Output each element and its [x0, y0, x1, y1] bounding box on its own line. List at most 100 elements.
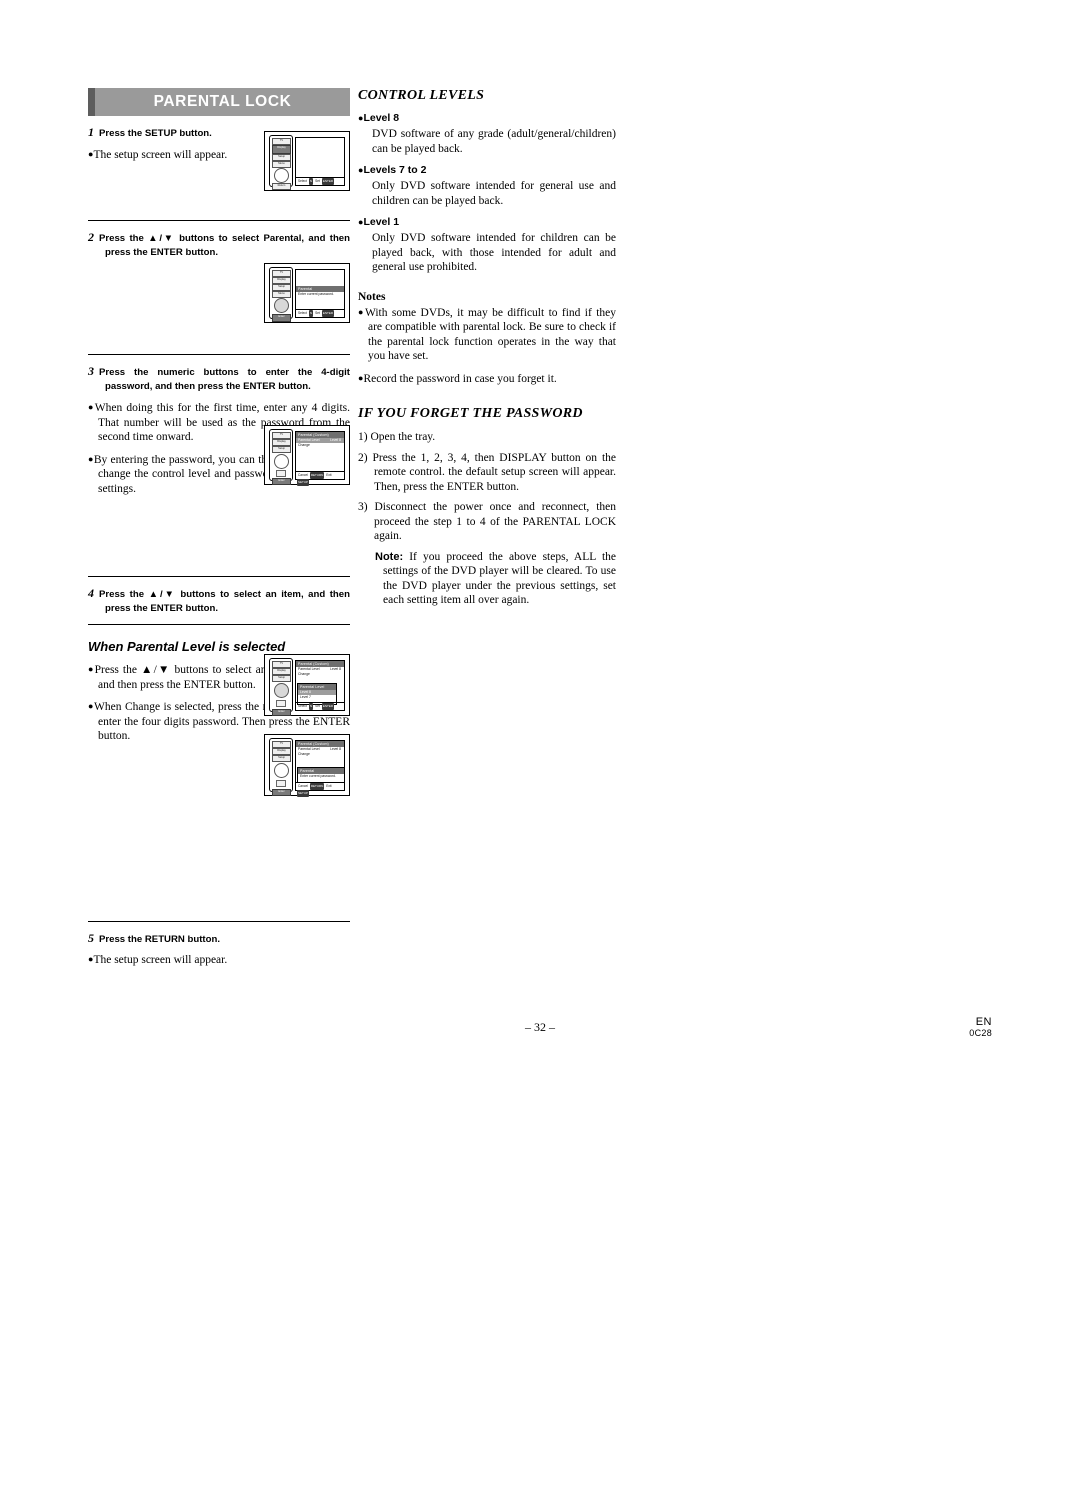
step-3-label: Press the numeric buttons to enter the 4… — [99, 367, 350, 392]
divider-5 — [88, 920, 350, 922]
level-item-1: ●Level 8 DVD software of any grade (adul… — [358, 112, 616, 156]
divider-4 — [88, 624, 350, 625]
remote-button-display-3: Display — [272, 439, 291, 446]
step-3-text: 3 Press the numeric buttons to enter the … — [88, 364, 350, 393]
level-8-text: DVD software of any grade (adult/general… — [372, 128, 616, 155]
subsection-heading: When Parental Level is selected — [88, 639, 286, 654]
note-2: ●Record the password in case you forget … — [358, 372, 557, 385]
osd-row-change: Change — [298, 443, 310, 447]
remote-button-menu-2: Menu — [272, 291, 291, 298]
osd-row-change-2: Change — [298, 672, 310, 676]
notes-heading: Notes — [358, 290, 386, 303]
forget-note: Note: If you proceed the above steps, AL… — [375, 550, 616, 608]
osd-hint-bar-3: Cancel RETURN Exit SETUP — [296, 471, 344, 486]
remote-numeric-keys-icon-2 — [276, 700, 286, 707]
footer-language: EN — [975, 1016, 992, 1028]
level-item-2: ●Levels 7 to 2 Only DVD software intende… — [358, 164, 616, 208]
remote-button-enter: Enter — [272, 314, 291, 322]
control-levels-heading: CONTROL LEVELS — [358, 88, 485, 103]
note-body: If you proceed the above steps, ALL the … — [383, 550, 616, 607]
remote-button-enter-4: Enter — [272, 709, 291, 716]
osd-row-change-3: Change — [298, 752, 310, 756]
step-5: 5 Press the RETURN button. ●The setup scr… — [88, 931, 350, 968]
remote-button-setup: Setup — [272, 154, 291, 161]
osd-screen-4: Parental (Custom) Parental Level Level 8… — [295, 660, 345, 711]
osd-hint-bar-4: Select ⇅ Set ENTER — [296, 702, 344, 710]
osd-figure-2: Parental Enter current password. Select … — [295, 269, 345, 318]
divider-1 — [88, 220, 350, 221]
osd-figure-4: Parental (Custom) Parental Level Level 8… — [295, 660, 345, 711]
forget-step-1: 1) Open the tray. — [358, 431, 436, 443]
forget-step-2: 2) Press the 1, 2, 3, 4, then DISPLAY bu… — [358, 451, 616, 493]
page-number: – 32 – — [525, 1020, 555, 1034]
osd-figure-1: Select ⇅ Set ENTER — [295, 137, 345, 186]
remote-control-illustration-5: TV Display Setup Enter — [269, 738, 293, 796]
levels-7to2-label: Levels 7 to 2 — [363, 164, 427, 176]
remote-button-setup-4: Setup — [272, 675, 291, 682]
key-return-badge-2: RETURN — [309, 783, 325, 790]
level-1-label-row: ●Level 8 — [358, 112, 616, 124]
forget-password-heading: IF YOU FORGET THE PASSWORD — [358, 406, 583, 421]
remote-button-tv: TV — [272, 138, 291, 145]
osd-value-level: Level 8 — [330, 438, 341, 442]
osd-hint-bar: Select ⇅ Set ENTER — [296, 177, 344, 185]
remote-button-setup-2: Setup — [272, 284, 291, 291]
remote-button-tv-5: TV — [272, 741, 291, 748]
step-2-number: 2 — [88, 230, 94, 244]
step-1-label: Press the SETUP button. — [99, 128, 212, 139]
osd-value-level-3: Level 8 — [330, 747, 341, 751]
bullet-dot-icon-2: ● — [88, 402, 95, 412]
step-2-label: Press the ▲/▼ buttons to select Parental… — [99, 233, 350, 258]
remote-control-illustration-2: TV Display Setup Menu Enter — [269, 267, 293, 322]
divider-2 — [88, 354, 350, 355]
bullet-dot-icon-4: ● — [88, 664, 95, 674]
step-3-bullet-2: ●By entering the password, you can then … — [88, 453, 278, 495]
divider-3 — [88, 576, 350, 577]
remote-dpad-icon-4 — [274, 683, 289, 698]
level-1-text: Only DVD software intended for children … — [372, 232, 616, 273]
osd-submenu-row-password: Enter current password. — [300, 774, 336, 778]
step-3-number: 3 — [88, 364, 94, 378]
osd-figure-3: Parental (Custom) Parental Level Level 8… — [295, 431, 345, 486]
step-2-text: 2 Press the ▲/▼ buttons to select Parenta… — [88, 230, 350, 259]
remote-button-setup-5: Setup — [272, 755, 291, 762]
step-4-number: 4 — [88, 586, 94, 600]
remote-button-setup-3: Setup — [272, 446, 291, 453]
step-2: 2 Press the ▲/▼ buttons to select Parenta… — [88, 230, 350, 259]
page-title: PARENTAL LOCK — [88, 88, 350, 116]
key-setup-badge: SETUP — [297, 479, 310, 486]
osd-hint-bar-5: Cancel RETURN Exit SETUP — [296, 782, 344, 797]
remote-button-display-2: Display — [272, 277, 291, 284]
level-3-label-row: ●Level 1 — [358, 216, 616, 228]
step-1-number: 1 — [88, 125, 94, 139]
key-enter-badge-2: ENTER — [321, 310, 335, 317]
level-2-label-row: ●Levels 7 to 2 — [358, 164, 616, 176]
step-4: 4 Press the ▲/▼ buttons to select an item… — [88, 586, 350, 615]
step-4-label: Press the ▲/▼ buttons to select an item,… — [99, 589, 350, 614]
footer-right: EN 0C28 — [969, 1016, 992, 1038]
osd-value-level-2: Level 8 — [330, 667, 341, 671]
figure-parental-level-list: TV Display Setup Enter Parental (Custom)… — [264, 654, 350, 716]
levels-7to2-text: Only DVD software intended for general u… — [372, 180, 616, 207]
right-column: CONTROL LEVELS ●Level 8 DVD software of … — [358, 88, 616, 608]
remote-numeric-keys-icon-3 — [276, 780, 286, 787]
osd-submenu-row-2: Level 7 — [300, 695, 311, 699]
note-label: Note: — [375, 550, 404, 563]
level-8-label: Level 8 — [363, 112, 400, 124]
remote-numeric-keys-icon — [276, 470, 286, 477]
step-5-text: 5 Press the RETURN button. — [88, 931, 350, 947]
osd-hint-bar-2: Select ⇅ Set ENTER — [296, 309, 344, 317]
remote-button-enter-5: Enter — [272, 789, 291, 796]
remote-button-menu: Menu — [272, 161, 291, 168]
key-return-badge: RETURN — [309, 472, 325, 479]
remote-control-illustration: TV Display Setup Menu Return — [269, 135, 293, 190]
remote-button-display-5: Display — [272, 748, 291, 755]
osd-screen-5: Parental (Custom) Parental Level Level 8… — [295, 740, 345, 797]
osd-screen: Select ⇅ Set ENTER — [295, 137, 345, 186]
note-1: ●With some DVDs, it may be difficult to … — [358, 306, 617, 363]
remote-button-return: Return — [272, 183, 291, 190]
osd-row-enter-password: Enter current password. — [298, 292, 334, 296]
manual-page: PARENTAL LOCK 1 Press the SETUP button. ●… — [0, 0, 1080, 1491]
left-column: PARENTAL LOCK 1 Press the SETUP button. ●… — [88, 88, 350, 968]
osd-screen-2: Parental Enter current password. Select … — [295, 269, 345, 318]
